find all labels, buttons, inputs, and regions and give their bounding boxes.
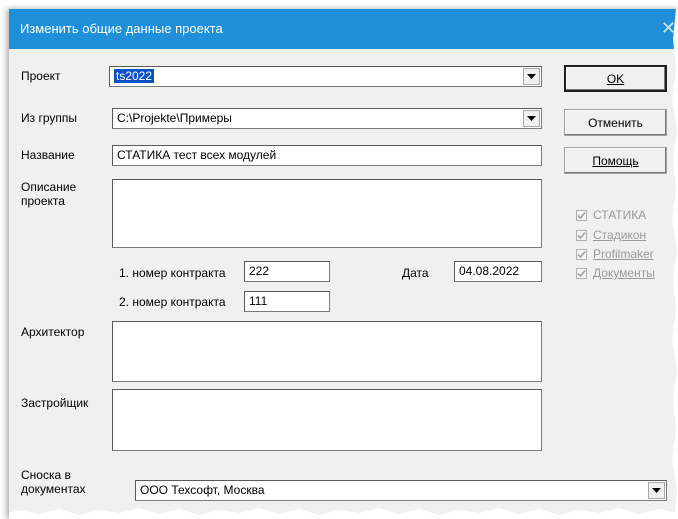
contract1-label: 1. номер контракта — [119, 266, 226, 280]
date-input[interactable]: 04.08.2022 — [454, 261, 542, 282]
name-value: СТАТИКА тест всех модулей — [117, 148, 277, 162]
architect-textarea[interactable] — [112, 321, 542, 382]
module-checkbox-statika: СТАТИКА — [576, 208, 646, 222]
checkbox-icon — [576, 248, 587, 260]
description-textarea[interactable] — [112, 179, 542, 248]
module-checkbox-profilmaker: Profilmaker — [576, 247, 654, 261]
chevron-down-icon[interactable] — [523, 68, 540, 85]
checkbox-icon — [576, 267, 587, 279]
contract2-label: 2. номер контракта — [119, 295, 226, 309]
group-label: Из группы — [21, 111, 77, 125]
cancel-button-label: Отменить — [588, 115, 643, 130]
ok-button[interactable]: OK — [564, 65, 667, 92]
module-label: Profilmaker — [593, 247, 654, 261]
title-bar: Изменить общие данные проекта ✕ — [9, 9, 678, 49]
module-checkbox-documents: Документы — [576, 266, 655, 280]
name-label: Название — [21, 148, 75, 162]
module-checkbox-stadikon: Стадикон — [576, 228, 646, 242]
checkbox-icon — [576, 209, 587, 221]
date-label: Дата — [402, 266, 429, 280]
ok-button-label: OK — [606, 71, 625, 86]
contract1-value: 222 — [249, 264, 270, 278]
group-value: C:\Projekte\Примеры — [117, 111, 232, 125]
contract1-input[interactable]: 222 — [244, 261, 330, 282]
project-label: Проект — [21, 69, 61, 83]
help-button[interactable]: Помощь — [564, 147, 667, 174]
torn-edge-right — [672, 9, 678, 519]
contract2-value: 111 — [249, 294, 268, 308]
developer-textarea[interactable] — [112, 389, 542, 451]
help-button-label: Помощь — [592, 153, 639, 168]
footnote-value: ООО Техсофт, Москва — [140, 483, 265, 497]
developer-label: Застройщик — [21, 396, 89, 410]
footnote-label-line2: документах — [21, 482, 86, 496]
description-label-line1: Описание — [21, 180, 77, 194]
footnote-label-line1: Сноска в — [21, 468, 71, 482]
torn-edge-bottom — [9, 508, 678, 519]
description-label-line2: проекта — [21, 194, 65, 208]
window-title: Изменить общие данные проекта — [20, 21, 223, 36]
contract2-input[interactable]: 111 — [244, 291, 330, 312]
chevron-down-icon[interactable] — [523, 110, 540, 127]
project-data-dialog: Изменить общие данные проекта ✕ Проект t… — [9, 9, 678, 519]
date-value: 04.08.2022 — [459, 264, 520, 278]
cancel-button[interactable]: Отменить — [564, 109, 667, 136]
project-value: ts2022 — [114, 69, 155, 83]
checkbox-icon — [576, 229, 587, 241]
footnote-select[interactable]: ООО Техсофт, Москва — [135, 480, 667, 501]
module-label: СТАТИКА — [593, 208, 647, 222]
module-label: Стадикон — [593, 228, 647, 242]
module-label: Документы — [593, 266, 655, 280]
group-select[interactable]: C:\Projekte\Примеры — [112, 108, 542, 129]
chevron-down-icon[interactable] — [648, 482, 665, 499]
project-select[interactable]: ts2022 — [109, 66, 542, 87]
name-input[interactable]: СТАТИКА тест всех модулей — [112, 145, 542, 166]
architect-label: Архитектор — [21, 325, 85, 339]
